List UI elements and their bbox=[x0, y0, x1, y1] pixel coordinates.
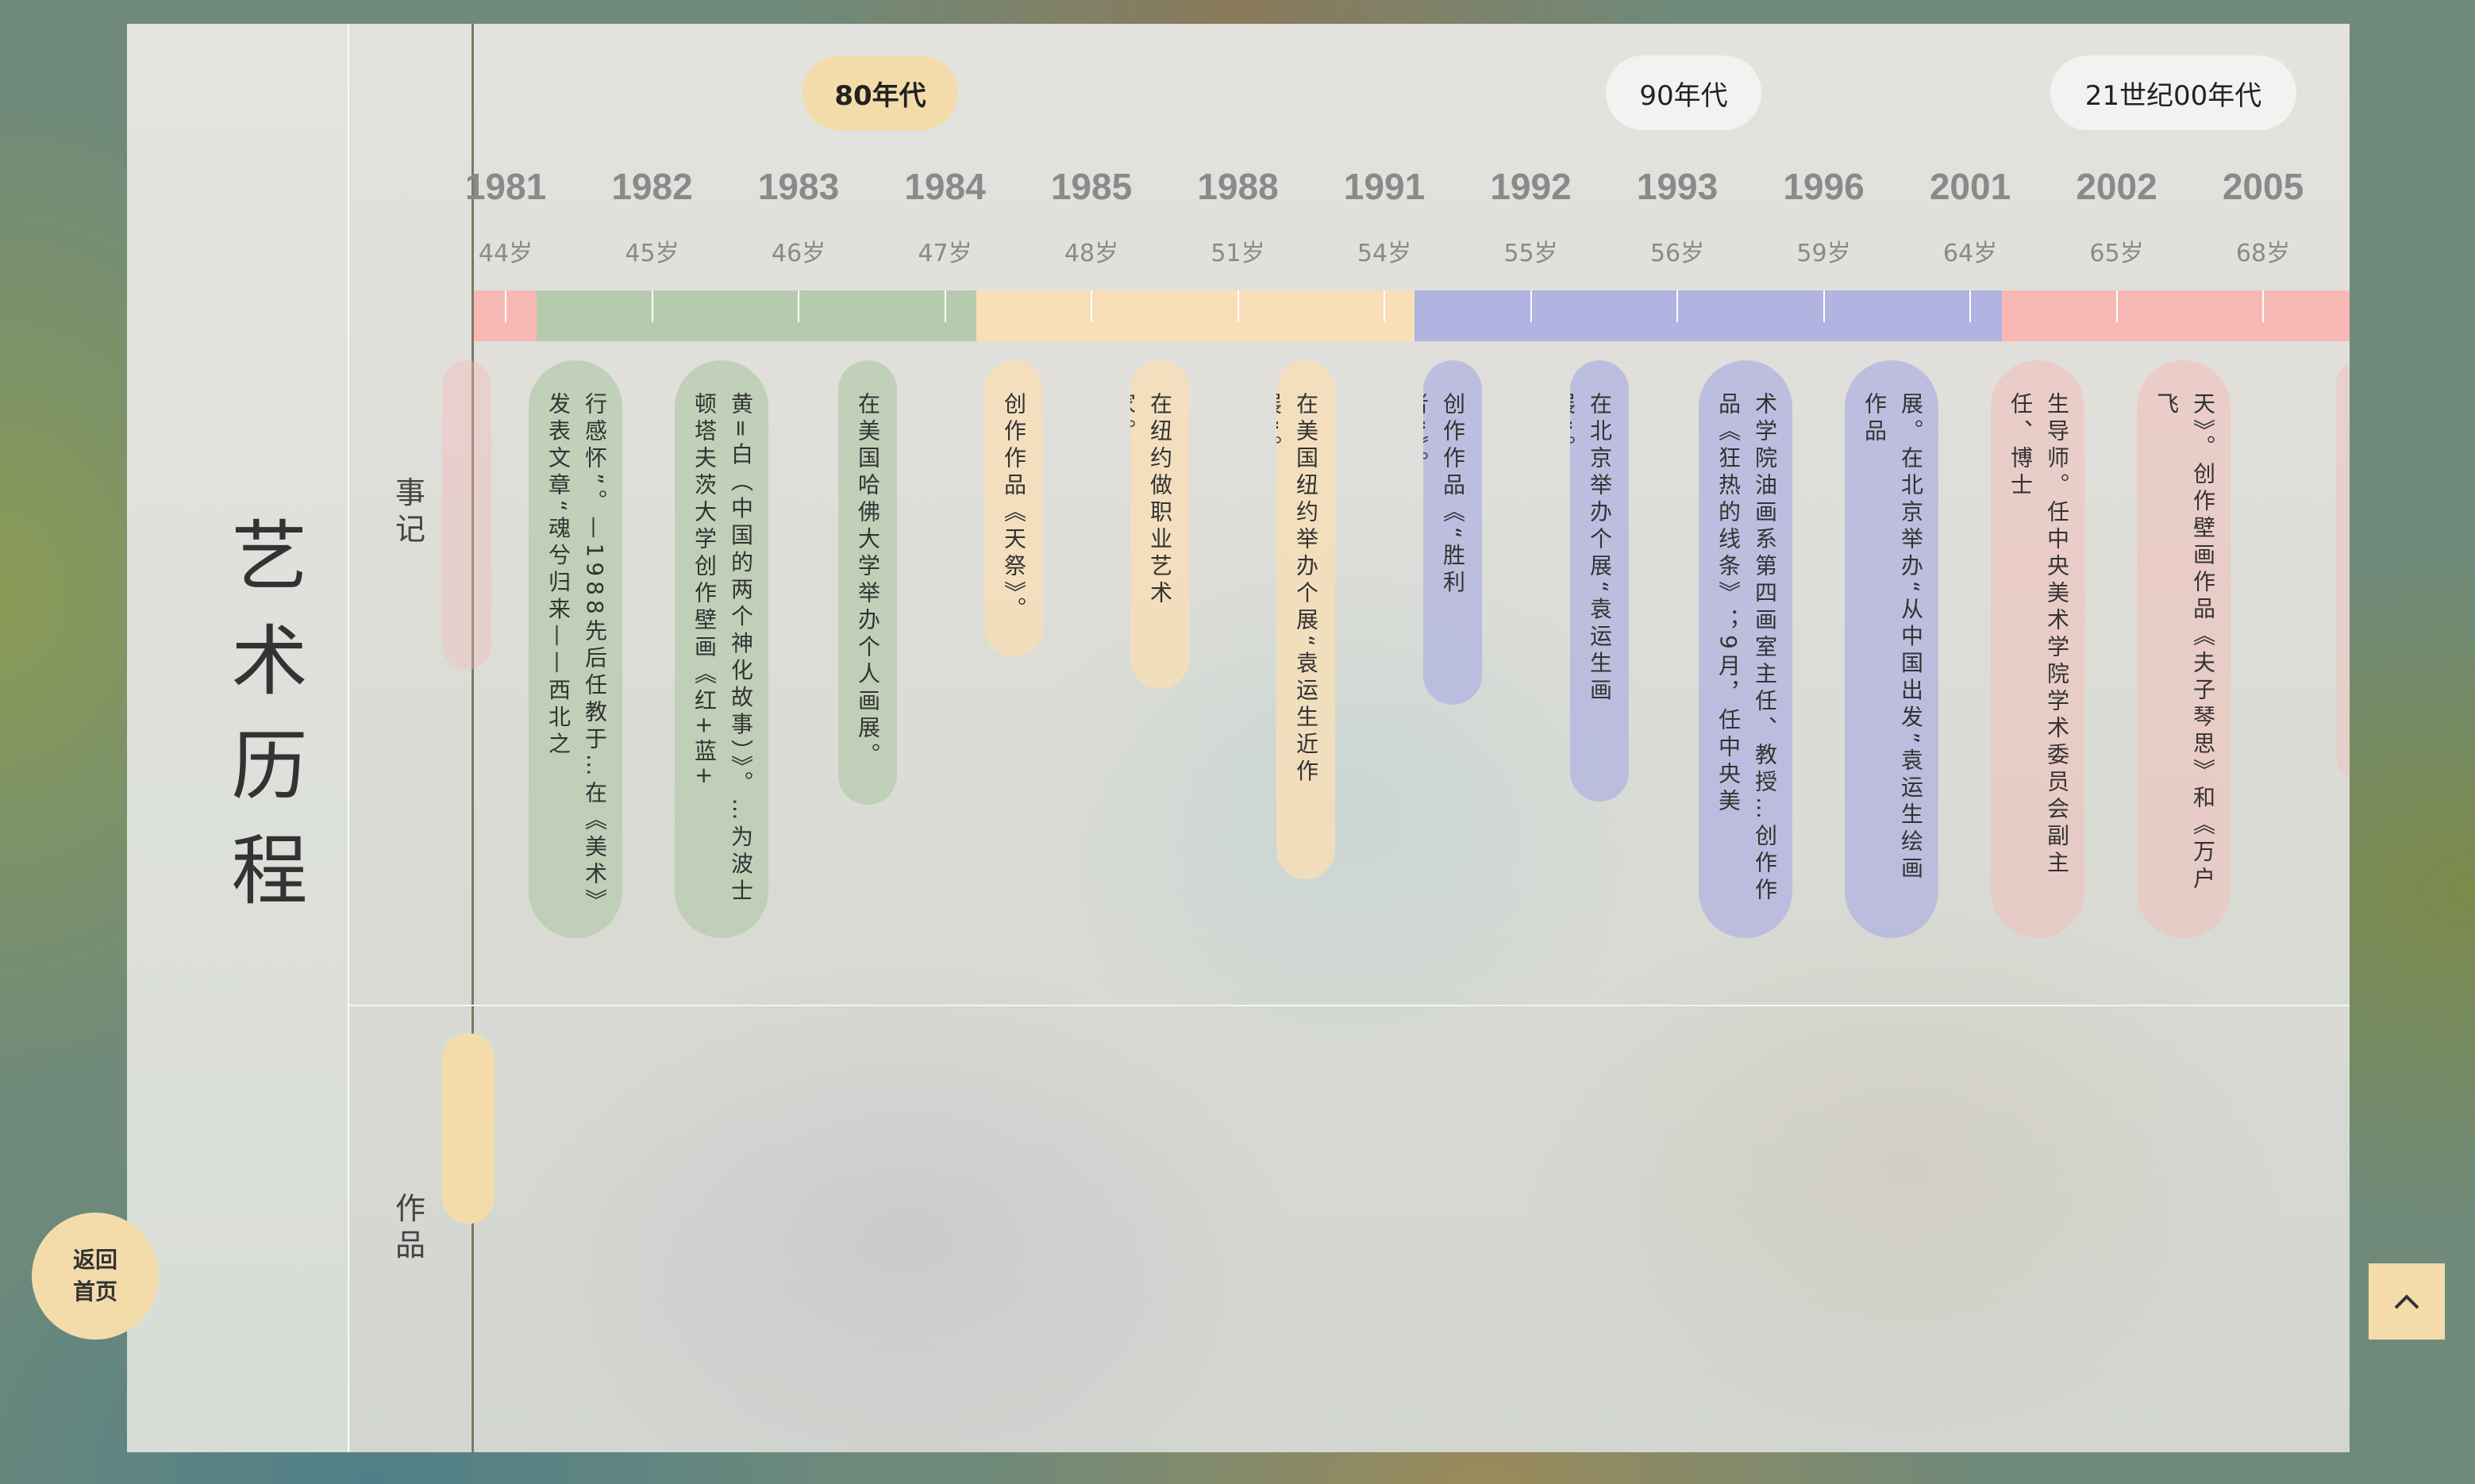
age-label: 54岁 bbox=[1357, 240, 1412, 267]
year-label[interactable]: 1992 bbox=[1472, 165, 1591, 208]
event-card[interactable]: 在北京举办个展“袁运生画展”。 bbox=[1570, 360, 1629, 802]
event-card-partial[interactable] bbox=[442, 360, 491, 670]
year-label[interactable]: 1984 bbox=[886, 165, 1005, 208]
event-card[interactable]: 黄=白（中国的两个神化故事）》。…为波士顿塔夫茨大学创作壁画《红+蓝+ bbox=[675, 360, 768, 938]
event-card[interactable]: 创作作品《“胜利者”》。 bbox=[1423, 360, 1482, 705]
event-card[interactable]: 在纽约做职业艺术家。 bbox=[1130, 360, 1189, 689]
era-segment bbox=[537, 290, 976, 341]
event-card[interactable]: 生导师。任中央美术学院学术委员会副主任、博士 bbox=[1991, 360, 2084, 938]
decade-label: 80年代 bbox=[834, 79, 926, 112]
decade-button[interactable]: 90年代 bbox=[1606, 56, 1761, 130]
year-label[interactable]: 1991 bbox=[1325, 165, 1444, 208]
scroll-top-button[interactable] bbox=[2369, 1263, 2445, 1340]
event-card[interactable]: 行感怀”。—1988先后任教于…在《美术》发表文章“魂兮归来——西北之 bbox=[529, 360, 622, 938]
year-label[interactable]: 2001 bbox=[1911, 165, 2030, 208]
year-label[interactable]: 2005 bbox=[2204, 165, 2323, 208]
age-label: 64岁 bbox=[1942, 240, 1998, 267]
year-tick bbox=[1530, 290, 1532, 322]
year-label[interactable]: 1993 bbox=[1618, 165, 1737, 208]
age-label: 48岁 bbox=[1064, 240, 1119, 267]
chevron-up-icon bbox=[2394, 1294, 2419, 1309]
year-tick bbox=[944, 290, 946, 322]
decade-label: 90年代 bbox=[1639, 79, 1728, 112]
age-label: 65岁 bbox=[2089, 240, 2144, 267]
page-title: 艺术历程 bbox=[218, 516, 307, 935]
timeline-panel: 艺术历程 事记 作品 80年代 90年代 21世纪00年代 1981 44岁 198… bbox=[127, 24, 2350, 1452]
year-tick bbox=[1384, 290, 1385, 322]
event-card[interactable]: 展。在北京举办“从中国出发”袁运生绘画作品 bbox=[1845, 360, 1938, 938]
event-card[interactable]: 创作作品《天祭》。 bbox=[984, 360, 1043, 657]
back-home-button[interactable]: 返回首页 bbox=[32, 1213, 159, 1340]
event-card-partial[interactable] bbox=[2336, 360, 2350, 781]
year-tick bbox=[1823, 290, 1825, 322]
title-column: 艺术历程 bbox=[127, 24, 349, 1452]
work-card-partial[interactable] bbox=[442, 1033, 495, 1224]
year-tick bbox=[1091, 290, 1092, 322]
year-label[interactable]: 1996 bbox=[1765, 165, 1884, 208]
age-label: 45岁 bbox=[625, 240, 679, 267]
year-label[interactable]: 1981 bbox=[446, 165, 565, 208]
era-segment bbox=[2002, 290, 2350, 341]
event-card[interactable]: 术学院油画系第四画室主任、教授…创作作品《狂热的线条》；9月，任中央美 bbox=[1699, 360, 1792, 938]
year-tick bbox=[1237, 290, 1239, 322]
year-label[interactable]: 1983 bbox=[739, 165, 858, 208]
event-card[interactable]: 在美国哈佛大学举办个人画展。 bbox=[838, 360, 897, 805]
age-label: 47岁 bbox=[918, 240, 972, 267]
year-tick bbox=[2262, 290, 2264, 322]
year-tick bbox=[798, 290, 799, 322]
year-tick bbox=[1676, 290, 1678, 322]
year-tick bbox=[505, 290, 506, 322]
year-label[interactable]: 1988 bbox=[1179, 165, 1298, 208]
year-tick bbox=[651, 290, 653, 322]
event-card[interactable]: 在美国纽约举办个展“袁运生近作展”。 bbox=[1276, 360, 1335, 879]
timeline[interactable]: 80年代 90年代 21世纪00年代 1981 44岁 1982 45岁 1983 46岁… bbox=[442, 24, 2350, 1452]
era-segment bbox=[976, 290, 1415, 341]
era-segment bbox=[1415, 290, 2002, 341]
age-label: 59岁 bbox=[1796, 240, 1851, 267]
year-tick bbox=[2115, 290, 2118, 322]
row-label-events-text: 事记 bbox=[395, 475, 425, 547]
year-label[interactable]: 1982 bbox=[593, 165, 712, 208]
year-tick bbox=[1969, 290, 1971, 322]
decade-button[interactable]: 80年代 bbox=[803, 56, 958, 130]
age-label: 68岁 bbox=[2235, 240, 2291, 267]
age-label: 51岁 bbox=[1211, 240, 1265, 267]
decade-button[interactable]: 21世纪00年代 bbox=[2050, 56, 2296, 130]
age-label: 56岁 bbox=[1649, 240, 1705, 267]
age-label: 55岁 bbox=[1503, 240, 1558, 267]
decade-label: 21世纪00年代 bbox=[2084, 79, 2262, 112]
back-home-label: 返回首页 bbox=[72, 1247, 117, 1305]
year-label[interactable]: 2002 bbox=[2057, 165, 2177, 208]
row-label-works-text: 作品 bbox=[395, 1191, 425, 1263]
year-label[interactable]: 1985 bbox=[1032, 165, 1151, 208]
age-label: 44岁 bbox=[478, 240, 533, 267]
event-card[interactable]: 天》。创作壁画作品《夫子琴思》和《万户飞 bbox=[2137, 360, 2231, 938]
age-label: 46岁 bbox=[771, 240, 826, 267]
